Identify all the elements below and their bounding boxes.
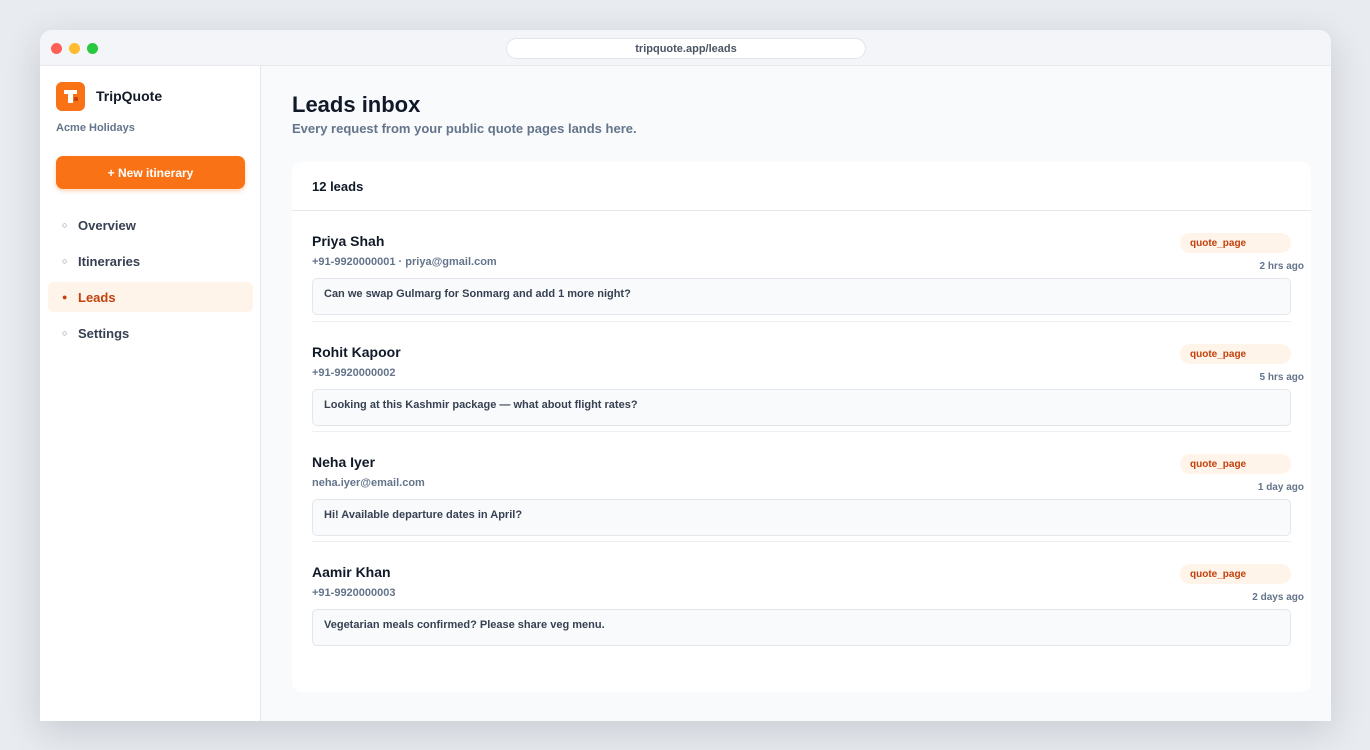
leads-card: 12 leads Priya Shah +91-9920000001 · pri… [292,162,1311,692]
lead-message: Hi! Available departure dates in April? [312,499,1291,536]
lead-contact: +91-9920000001 · priya@gmail.com [312,256,497,268]
nav-bullet-active-icon: ● [62,292,68,302]
leads-count: 12 leads [292,162,1311,211]
organization-name: Acme Holidays [56,122,135,134]
nav-bullet-icon: ○ [62,220,68,230]
sidebar-item-label: Settings [78,325,130,341]
sidebar-item-itineraries[interactable]: ○ Itineraries [48,246,253,276]
lead-name: Rohit Kapoor [312,344,401,360]
lead-name: Neha Iyer [312,454,376,470]
browser-window: tripquote.app/leads TripQuote Acme Holid… [40,30,1331,721]
lead-timestamp: 1 day ago [1257,482,1304,493]
lead-name: Aamir Khan [312,564,391,580]
close-window-button[interactable] [51,43,62,54]
lead-contact: neha.iyer@email.com [312,477,425,489]
minimize-window-button[interactable] [69,43,80,54]
lead-item[interactable]: Neha Iyer neha.iyer@email.com quote_page… [312,431,1304,541]
brand-name: TripQuote [96,88,163,104]
lead-name: Priya Shah [312,233,385,249]
new-itinerary-button[interactable]: + New itinerary [56,156,245,189]
leads-list: Priya Shah +91-9920000001 · priya@gmail.… [292,211,1311,651]
tripquote-logo-icon [56,82,85,111]
sidebar-item-settings[interactable]: ○ Settings [48,318,253,348]
sidebar-item-leads[interactable]: ● Leads [48,282,253,312]
lead-timestamp: 5 hrs ago [1259,372,1304,383]
sidebar-item-overview[interactable]: ○ Overview [48,210,253,240]
nav-bullet-icon: ○ [62,328,68,338]
sidebar-item-label: Itineraries [78,253,141,269]
lead-item[interactable]: Rohit Kapoor +91-9920000002 quote_page 5… [312,321,1304,431]
lead-timestamp: 2 hrs ago [1259,261,1304,272]
sidebar-nav: ○ Overview ○ Itineraries ● Leads ○ Setti… [48,210,253,354]
main-content: Leads inbox Every request from your publ… [261,66,1331,721]
address-bar[interactable]: tripquote.app/leads [506,38,866,59]
lead-source-badge: quote_page [1180,454,1291,474]
page-title: Leads inbox [292,92,421,117]
lead-item[interactable]: Priya Shah +91-9920000001 · priya@gmail.… [312,211,1304,321]
lead-message: Vegetarian meals confirmed? Please share… [312,609,1291,646]
browser-titlebar: tripquote.app/leads [40,30,1331,66]
lead-item[interactable]: Aamir Khan +91-9920000003 quote_page 2 d… [312,541,1304,651]
sidebar-item-label: Leads [78,289,116,305]
lead-contact: +91-9920000002 [312,367,396,379]
sidebar-item-label: Overview [78,217,136,233]
nav-bullet-icon: ○ [62,256,68,266]
lead-timestamp: 2 days ago [1252,592,1304,603]
lead-source-badge: quote_page [1180,564,1291,584]
page-subtitle: Every request from your public quote pag… [292,121,637,136]
lead-message: Looking at this Kashmir package — what a… [312,389,1291,426]
lead-source-badge: quote_page [1180,344,1291,364]
maximize-window-button[interactable] [87,43,98,54]
sidebar: TripQuote Acme Holidays + New itinerary … [40,66,261,721]
lead-contact: +91-9920000003 [312,587,396,599]
lead-source-badge: quote_page [1180,233,1291,253]
lead-message: Can we swap Gulmarg for Sonmarg and add … [312,278,1291,315]
